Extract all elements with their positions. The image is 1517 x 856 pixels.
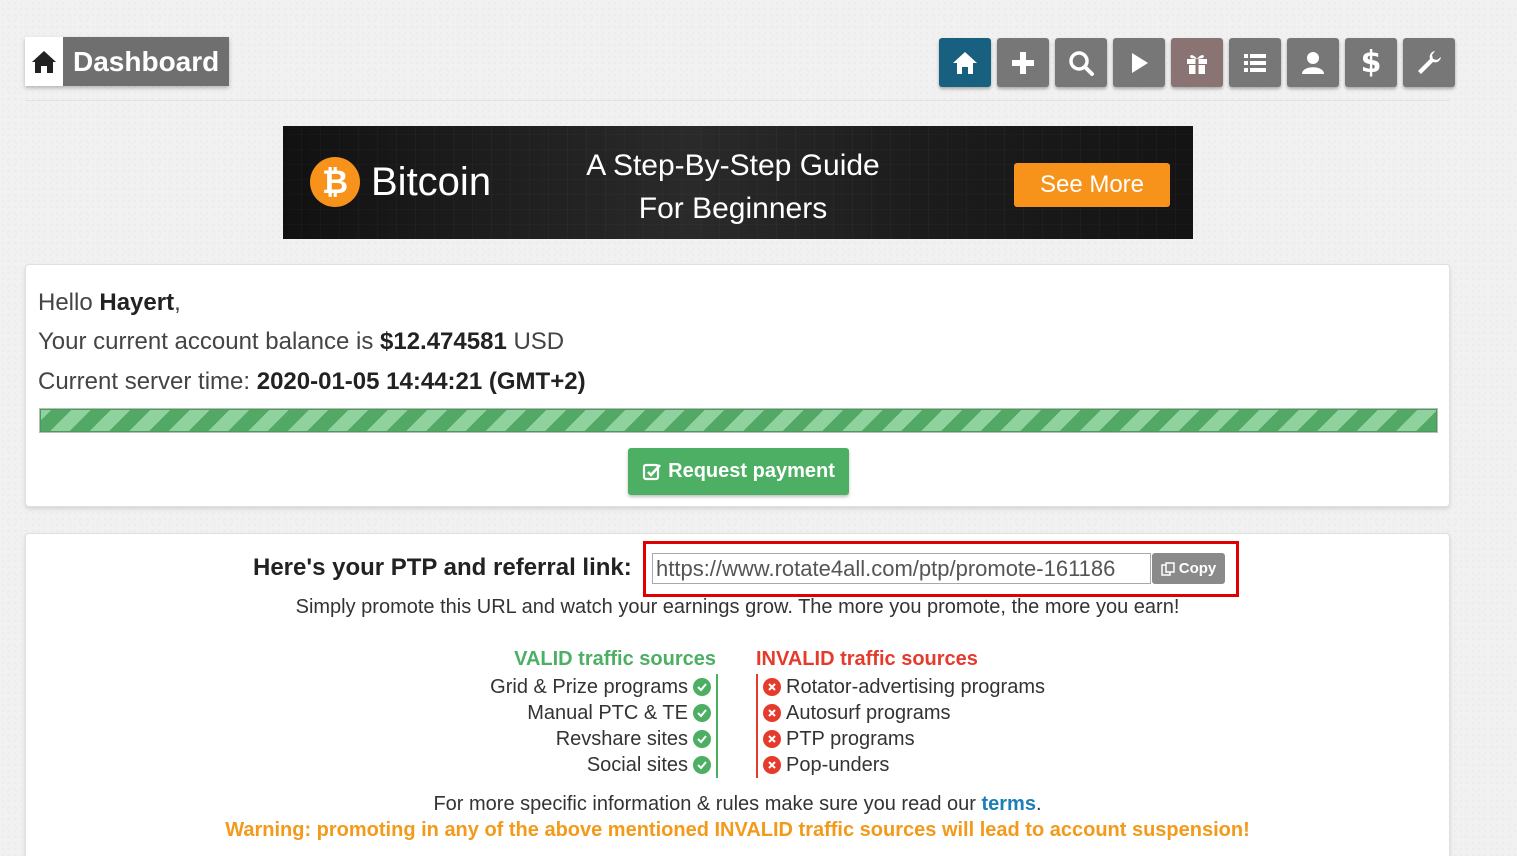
rules-text: For more specific information & rules ma…	[26, 793, 1449, 816]
list-icon	[1244, 53, 1266, 72]
greeting-prefix: Hello	[38, 289, 100, 316]
nav-play-button[interactable]	[1113, 38, 1165, 87]
x-circle-icon	[763, 704, 781, 722]
copy-button-label: Copy	[1178, 560, 1217, 577]
payout-progress-bar	[39, 408, 1438, 433]
invalid-sources-title: INVALID traffic sources	[756, 648, 978, 670]
terms-link[interactable]: terms	[981, 793, 1035, 815]
invalid-source-label: PTP programs	[786, 728, 915, 750]
balance-value: $12.474581	[380, 328, 507, 355]
account-panel: Hello Hayert, Your current account balan…	[25, 264, 1450, 507]
top-nav: $	[939, 38, 1455, 87]
greeting-suffix: ,	[174, 289, 181, 316]
banner-brand: Bitcoin	[371, 160, 492, 204]
invalid-sources-list: Rotator-advertising programs Autosurf pr…	[756, 674, 1086, 778]
server-time-prefix: Current server time:	[38, 368, 257, 395]
invalid-source-item: Rotator-advertising programs	[763, 674, 1086, 700]
check-circle-icon	[693, 678, 711, 696]
see-more-button[interactable]: See More	[1014, 163, 1170, 207]
dollar-icon: $	[1360, 45, 1382, 80]
home-icon	[953, 51, 977, 74]
progress-fill	[40, 409, 1437, 432]
invalid-source-label: Rotator-advertising programs	[786, 676, 1045, 698]
x-circle-icon	[763, 756, 781, 774]
balance-prefix: Your current account balance is	[38, 328, 380, 355]
banner-headline-line2: For Beginners	[638, 192, 828, 225]
user-icon	[1302, 51, 1324, 74]
home-icon	[25, 37, 63, 86]
invalid-source-item: PTP programs	[763, 726, 1086, 752]
referral-panel: Here's your PTP and referral link: https…	[25, 533, 1450, 856]
suspension-warning: Warning: promoting in any of the above m…	[225, 819, 1250, 841]
banner-headline-line1: A Step-By-Step Guide	[586, 149, 880, 182]
nav-search-button[interactable]	[1055, 38, 1107, 87]
nav-add-button[interactable]	[997, 38, 1049, 87]
nav-dollar-button[interactable]: $	[1345, 38, 1397, 87]
valid-source-item: Grid & Prize programs	[456, 674, 716, 700]
x-circle-icon	[763, 678, 781, 696]
wrench-icon	[1418, 50, 1441, 74]
balance-currency: USD	[506, 328, 565, 355]
page-title: Dashboard	[63, 37, 230, 86]
valid-sources: VALID traffic sources Grid & Prize progr…	[456, 648, 718, 778]
bitcoin-logo-icon: ₿	[310, 157, 360, 207]
username: Hayert	[99, 289, 175, 316]
valid-source-item: Revshare sites	[456, 726, 716, 752]
greeting: Hello Hayert,	[38, 289, 181, 317]
valid-source-label: Manual PTC & TE	[527, 702, 688, 724]
rules-suffix: .	[1035, 793, 1042, 815]
check-square-icon	[643, 463, 662, 480]
nav-home-button[interactable]	[939, 38, 991, 87]
check-circle-icon	[693, 704, 711, 722]
check-circle-icon	[693, 730, 711, 748]
copy-button[interactable]: Copy	[1152, 553, 1225, 584]
valid-source-item: Social sites	[456, 752, 716, 778]
nav-list-button[interactable]	[1229, 38, 1281, 87]
valid-source-label: Grid & Prize programs	[490, 676, 688, 698]
invalid-source-item: Autosurf programs	[763, 700, 1086, 726]
request-payment-button[interactable]: Request payment	[628, 448, 849, 495]
bitcoin-banner-ad[interactable]: ₿ Bitcoin A Step-By-Step Guide For Begin…	[283, 126, 1193, 239]
valid-sources-title: VALID traffic sources	[456, 648, 718, 674]
server-time-line: Current server time: 2020-01-05 14:44:21…	[38, 368, 586, 396]
invalid-sources: INVALID traffic sources Rotator-advertis…	[756, 648, 1086, 778]
valid-source-item: Manual PTC & TE	[456, 700, 716, 726]
check-circle-icon	[693, 756, 711, 774]
search-icon	[1069, 50, 1094, 76]
nav-settings-button[interactable]	[1403, 38, 1455, 87]
header-divider	[25, 100, 1450, 101]
referral-url-field[interactable]: https://www.rotate4all.com/ptp/promote-1…	[652, 553, 1151, 584]
rules-prefix: For more specific information & rules ma…	[433, 793, 982, 815]
invalid-source-label: Pop-unders	[786, 754, 890, 776]
invalid-source-label: Autosurf programs	[786, 702, 951, 724]
nav-gift-button[interactable]	[1171, 38, 1223, 87]
invalid-source-item: Pop-unders	[763, 752, 1086, 778]
page-title-block: Dashboard	[25, 37, 230, 86]
request-payment-label: Request payment	[668, 460, 835, 482]
valid-source-label: Revshare sites	[555, 728, 688, 750]
referral-highlight-box: https://www.rotate4all.com/ptp/promote-1…	[643, 541, 1239, 597]
valid-source-label: Social sites	[586, 754, 688, 776]
balance-line: Your current account balance is $12.4745…	[38, 328, 564, 356]
banner-headline: A Step-By-Step Guide For Beginners	[583, 144, 883, 230]
gift-icon	[1187, 54, 1207, 74]
plus-icon	[1012, 51, 1034, 74]
nav-user-button[interactable]	[1287, 38, 1339, 87]
copy-icon	[1161, 561, 1175, 576]
server-time-value: 2020-01-05 14:44:21 (GMT+2)	[256, 368, 586, 395]
promote-text: Simply promote this URL and watch your e…	[295, 596, 1180, 618]
x-circle-icon	[763, 730, 781, 748]
play-icon	[1132, 52, 1148, 73]
referral-label: Here's your PTP and referral link:	[253, 554, 632, 581]
